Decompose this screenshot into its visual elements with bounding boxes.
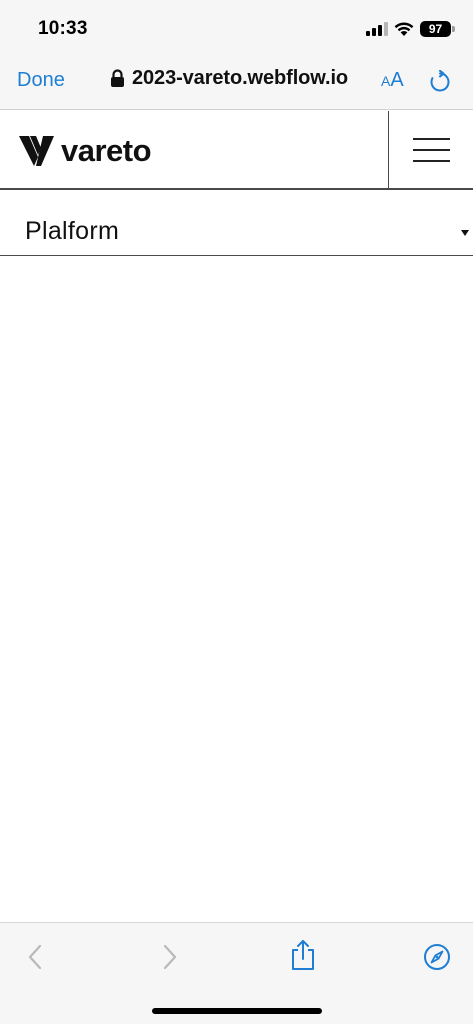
vareto-logo-icon bbox=[19, 136, 54, 166]
caret-down-icon bbox=[461, 230, 469, 236]
text-size-large-label: A bbox=[390, 69, 404, 91]
address-bar[interactable]: 2023-vareto.webflow.io bbox=[110, 67, 348, 90]
menu-button[interactable] bbox=[389, 111, 473, 188]
text-size-button[interactable]: AA bbox=[381, 69, 404, 92]
chevron-right-icon[interactable] bbox=[160, 943, 180, 971]
wifi-icon bbox=[394, 22, 414, 36]
compass-icon[interactable] bbox=[423, 943, 451, 971]
brand-logo[interactable]: vareto bbox=[19, 133, 152, 169]
battery-indicator: 97 bbox=[420, 21, 451, 37]
share-icon[interactable] bbox=[290, 939, 316, 971]
hamburger-line bbox=[413, 138, 450, 140]
url-text: 2023-vareto.webflow.io bbox=[132, 67, 349, 89]
status-time: 10:33 bbox=[38, 18, 88, 39]
chevron-left-icon[interactable] bbox=[25, 943, 45, 971]
lock-icon bbox=[111, 69, 124, 87]
text-size-small-label: A bbox=[381, 73, 391, 89]
battery-tip bbox=[452, 26, 455, 32]
reload-icon[interactable] bbox=[428, 70, 452, 94]
dropdown-label: Plalform bbox=[25, 217, 120, 245]
done-button[interactable]: Done bbox=[17, 69, 65, 92]
cellular-signal-icon bbox=[366, 22, 388, 36]
platform-dropdown[interactable]: Plalform bbox=[0, 190, 473, 256]
status-bar: 10:33 97 bbox=[0, 0, 473, 56]
hamburger-line bbox=[413, 149, 450, 151]
hamburger-line bbox=[413, 160, 450, 162]
browser-top-bar: Done 2023-vareto.webflow.io AA bbox=[0, 56, 473, 110]
home-indicator[interactable] bbox=[152, 1008, 322, 1014]
site-header: vareto bbox=[0, 111, 473, 190]
brand-name: vareto bbox=[61, 133, 152, 168]
